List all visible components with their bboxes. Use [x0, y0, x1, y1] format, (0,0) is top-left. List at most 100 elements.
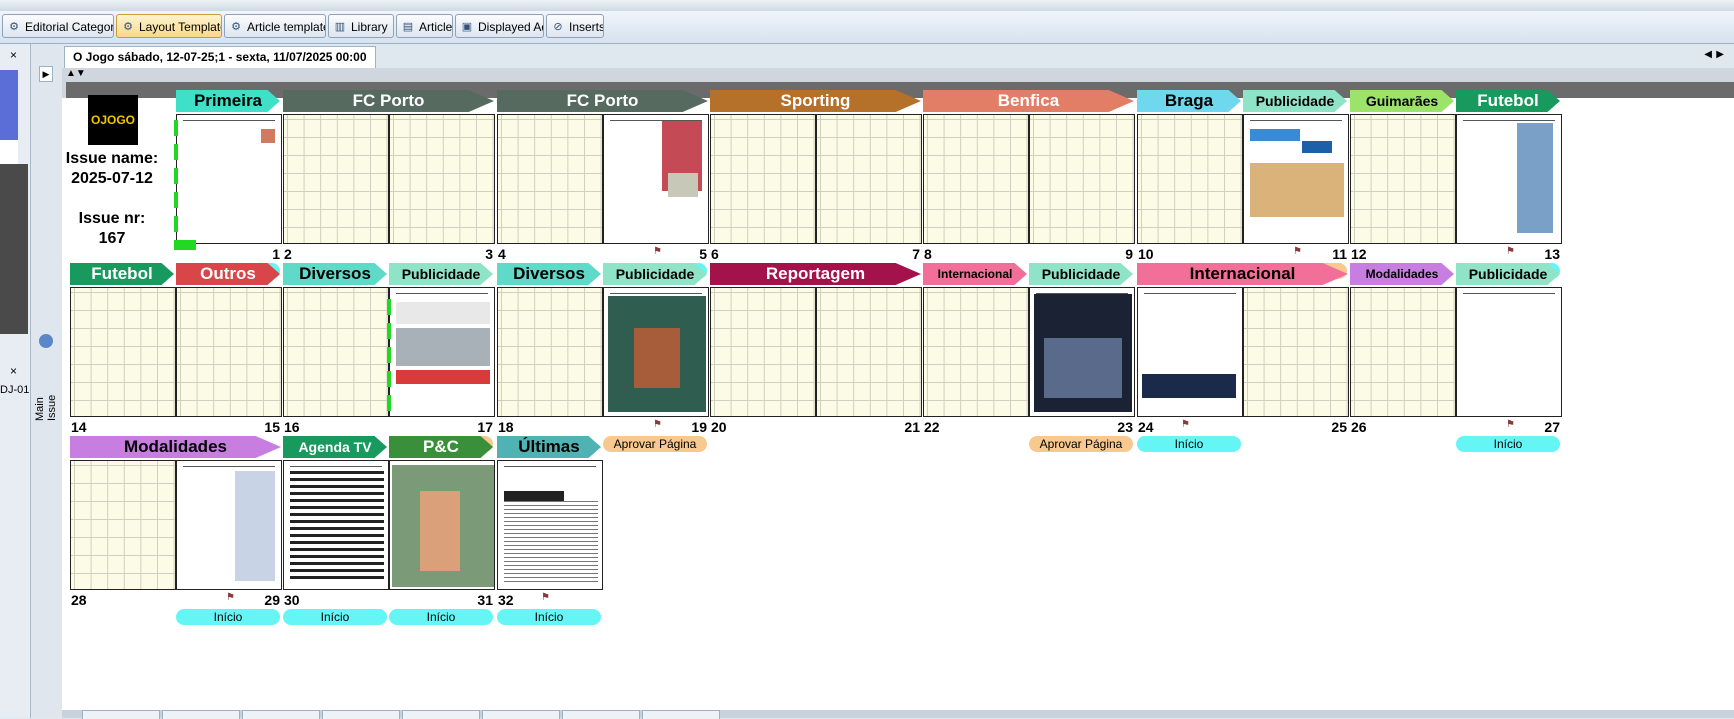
- section-label[interactable]: Publicidade: [1243, 90, 1347, 112]
- page-thumbnail[interactable]: [1029, 114, 1135, 244]
- spread-6: GuimarãesFutebol1213⚑Início: [1350, 90, 1562, 280]
- status-badge[interactable]: Início: [497, 609, 601, 625]
- spread-16: Últimas 32 ⚑ Início: [497, 436, 709, 626]
- green-marker-badge: [174, 240, 196, 250]
- section-label[interactable]: Modalidades: [1350, 263, 1454, 285]
- page-thumbnail[interactable]: [176, 114, 282, 244]
- page-thumbnail[interactable]: [389, 460, 495, 590]
- section-label[interactable]: Sporting: [710, 90, 921, 112]
- page-thumbnail[interactable]: [176, 460, 282, 590]
- page-number: 30: [284, 592, 300, 608]
- status-badge[interactable]: Aprovar Página: [1029, 436, 1133, 452]
- section-label[interactable]: Publicidade: [389, 263, 493, 285]
- page-thumbnail[interactable]: [816, 287, 922, 417]
- page-number: 32: [498, 592, 514, 608]
- page-thumbnail[interactable]: [283, 287, 389, 417]
- section-label[interactable]: P&C: [389, 436, 493, 458]
- page-thumbnail[interactable]: [1137, 287, 1243, 417]
- section-label[interactable]: Braga: [1137, 90, 1241, 112]
- page-thumbnail[interactable]: [1456, 114, 1562, 244]
- section-label[interactable]: Benfica: [923, 90, 1134, 112]
- page-thumbnail[interactable]: [1350, 287, 1456, 417]
- page-thumbnail[interactable]: [497, 114, 603, 244]
- section-label[interactable]: Publicidade: [1456, 263, 1560, 285]
- section-label[interactable]: Diversos: [497, 263, 601, 285]
- page-thumbnail[interactable]: [497, 287, 603, 417]
- page-thumbnail[interactable]: [710, 287, 816, 417]
- page-thumbnail[interactable]: [923, 287, 1029, 417]
- flag-icon[interactable]: ⚑: [226, 593, 238, 603]
- page-thumbnail[interactable]: [389, 287, 495, 417]
- page-number: 1: [272, 246, 280, 262]
- page-thumbnail[interactable]: [70, 287, 176, 417]
- ad-portrait: [235, 471, 275, 581]
- main-issue-label[interactable]: Main Issue: [34, 371, 58, 421]
- flag-icon[interactable]: ⚑: [1506, 247, 1518, 257]
- page-thumbnail[interactable]: [283, 460, 389, 590]
- page-thumbnail[interactable]: [1137, 114, 1243, 244]
- status-badge[interactable]: Início: [1456, 436, 1560, 452]
- section-label[interactable]: Modalidades: [70, 436, 281, 458]
- flag-icon[interactable]: ⚑: [653, 247, 665, 257]
- section-label[interactable]: Últimas: [497, 436, 601, 458]
- section-label[interactable]: Agenda TV: [283, 436, 387, 458]
- status-badge[interactable]: Início: [389, 609, 493, 625]
- toolbar-button-4[interactable]: ▤ Article: [396, 14, 453, 38]
- section-label[interactable]: Internacional: [1137, 263, 1348, 285]
- page-thumbnail[interactable]: [283, 114, 389, 244]
- section-label[interactable]: FC Porto: [497, 90, 708, 112]
- issue-tab[interactable]: O Jogo sábado, 12-07-25;1 - sexta, 11/07…: [64, 46, 376, 68]
- scroll-left-icon[interactable]: ◀: [1704, 49, 1712, 60]
- status-badge[interactable]: Início: [283, 609, 387, 625]
- section-label[interactable]: Futebol: [70, 263, 174, 285]
- section-label[interactable]: FC Porto: [283, 90, 494, 112]
- section-label[interactable]: Futebol: [1456, 90, 1560, 112]
- page-thumbnail[interactable]: [1350, 114, 1456, 244]
- page-thumbnail[interactable]: [816, 114, 922, 244]
- page-thumbnail[interactable]: [923, 114, 1029, 244]
- globe-icon[interactable]: [39, 334, 53, 348]
- section-label[interactable]: Outros: [176, 263, 280, 285]
- section-label[interactable]: Internacional: [923, 263, 1027, 285]
- page-thumbnail[interactable]: [1029, 287, 1135, 417]
- section-label[interactable]: Primeira: [176, 90, 280, 112]
- page-thumbnail[interactable]: [389, 114, 495, 244]
- spread-3: Sporting 6 7: [710, 90, 922, 280]
- flag-icon[interactable]: ⚑: [1181, 420, 1193, 430]
- page-thumbnail[interactable]: [1243, 287, 1349, 417]
- toolbar-button-3[interactable]: ▥ Library: [328, 14, 394, 38]
- toolbar-button-6[interactable]: ⊘ Inserts: [546, 14, 604, 38]
- section-label[interactable]: Publicidade: [603, 263, 707, 285]
- page-thumbnail[interactable]: [603, 287, 709, 417]
- section-label[interactable]: Publicidade: [1029, 263, 1133, 285]
- flag-icon[interactable]: ⚑: [1293, 247, 1305, 257]
- toolbar-button-2[interactable]: ⚙ Article templates: [224, 14, 326, 38]
- page-thumbnail[interactable]: [497, 460, 603, 590]
- toolbar-button-5[interactable]: ▣ Displayed Ads: [455, 14, 544, 38]
- page-thumbnail[interactable]: [603, 114, 709, 244]
- page-number: 31: [477, 592, 493, 608]
- toolbar-button-0[interactable]: ⚙ Editorial Categories: [2, 14, 114, 38]
- flag-icon[interactable]: ⚑: [541, 593, 553, 603]
- scroll-right-icon[interactable]: ▶: [1716, 49, 1724, 60]
- collapse-arrows-icon[interactable]: ▲▼: [66, 68, 86, 79]
- page-thumbnail[interactable]: [710, 114, 816, 244]
- expand-arrow-icon[interactable]: ▶: [39, 66, 53, 82]
- picture-icon: ▣: [461, 21, 473, 33]
- page-thumbnail[interactable]: [176, 287, 282, 417]
- page-thumbnail[interactable]: [70, 460, 176, 590]
- page-header-rule: [183, 466, 275, 469]
- status-badge[interactable]: Início: [176, 609, 280, 625]
- ad-model-figure: [420, 491, 460, 571]
- status-badge[interactable]: Início: [1137, 436, 1241, 452]
- section-label[interactable]: Guimarães: [1350, 90, 1454, 112]
- flag-icon[interactable]: ⚑: [1506, 420, 1518, 430]
- flag-icon[interactable]: ⚑: [653, 420, 665, 430]
- panel-close-icon-2[interactable]: ×: [10, 364, 17, 378]
- panel-close-icon[interactable]: ×: [10, 48, 17, 62]
- page-thumbnail[interactable]: [1243, 114, 1349, 244]
- section-label[interactable]: Reportagem: [710, 263, 921, 285]
- page-thumbnail[interactable]: [1456, 287, 1562, 417]
- section-label[interactable]: Diversos: [283, 263, 387, 285]
- toolbar-button-1[interactable]: ⚙ Layout Templates: [116, 14, 222, 38]
